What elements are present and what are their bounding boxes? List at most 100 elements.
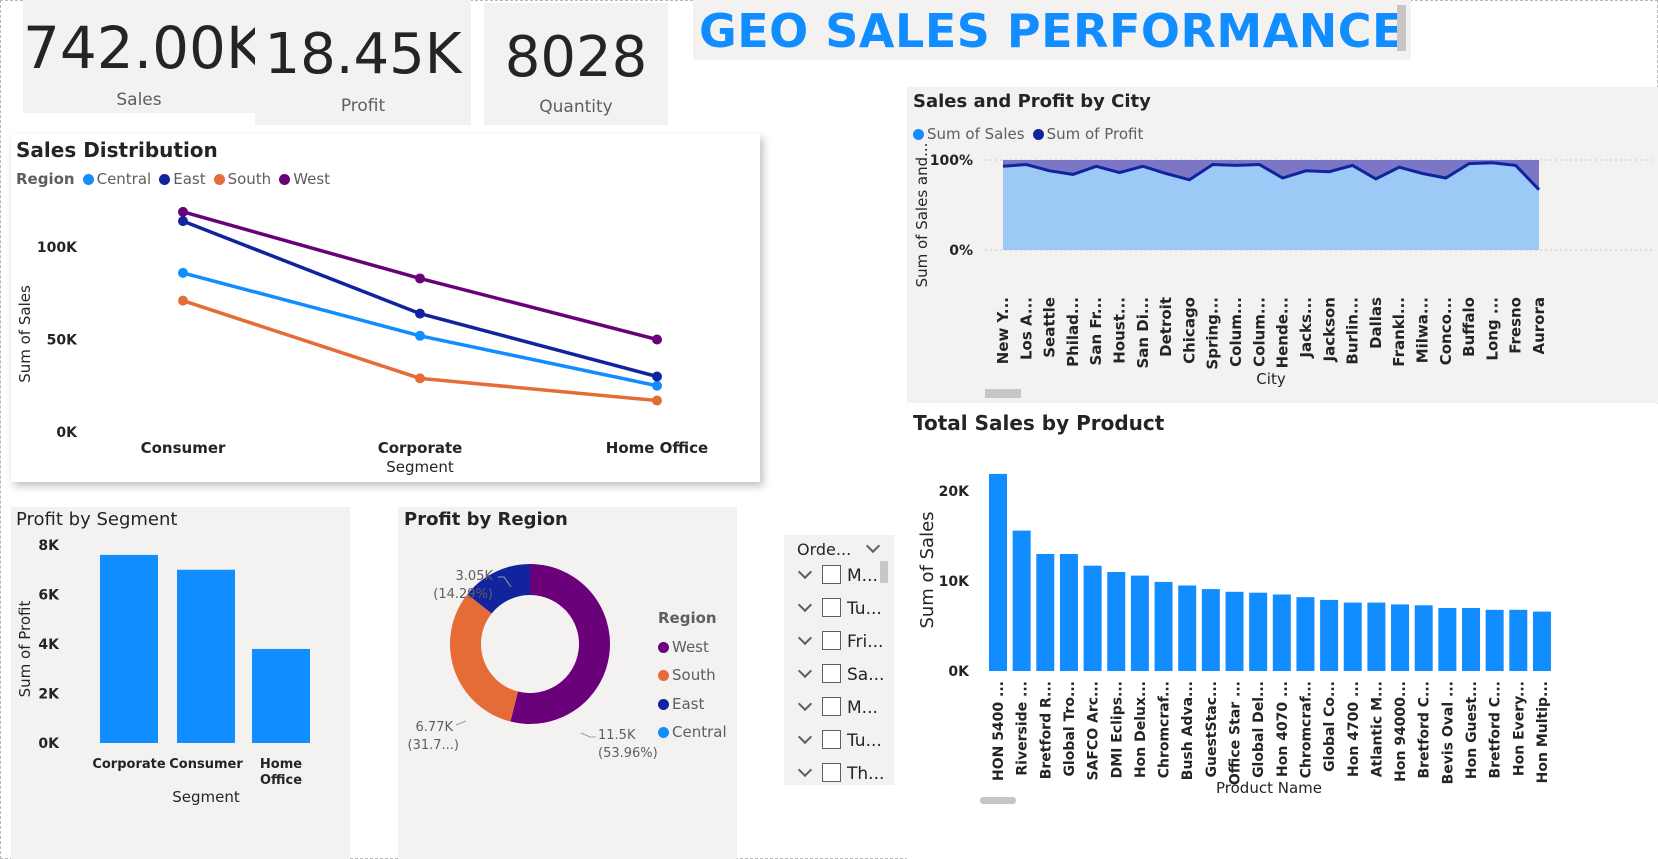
x-tick-label: Bretford R... [1038,681,1054,779]
legend-marker [658,641,669,653]
slicer-item[interactable]: Sa... [796,663,884,692]
slicer-scrollbar[interactable] [880,561,888,583]
legend-marker [658,698,669,710]
total-sales-by-product-visual[interactable]: Total Sales by Product 0K 10K 20K Sum of Sa… [907,405,1658,859]
x-tick-label: San Di... [1134,297,1152,369]
chevron-down-icon[interactable] [797,564,813,580]
bar [1343,602,1362,671]
x-tick-label: Office [260,773,302,788]
checkbox[interactable] [822,631,841,650]
data-point [415,373,425,384]
x-tick-label: Colum... [1250,297,1268,367]
x-axis-title: City [1256,370,1286,388]
chevron-down-icon[interactable] [797,729,813,745]
bar [1320,599,1339,671]
checkbox[interactable] [822,763,841,782]
slicer-item-label: Tu... [847,731,882,751]
y-tick-label: 6K [38,588,60,604]
checkbox[interactable] [822,697,841,716]
profit-by-region-visual[interactable]: Profit by Region 11.5K (53.96%) 6.77K (31.7… [398,507,737,859]
kpi-card-profit[interactable]: 18.45K Profit [255,0,471,125]
kpi-card-quantity[interactable]: 8028 Quantity [484,3,668,125]
x-tick-label: HON 5400 ... [991,681,1007,781]
city-plot: 100% 0% Sum of Sales and... New Y... Los A..… [913,143,1652,388]
x-tick-label: Global Co... [1322,681,1338,772]
x-tick-label: Houst... [1111,297,1129,364]
x-tick-label: Atlantic M... [1369,681,1385,777]
chevron-down-icon[interactable] [866,538,881,554]
slicer-item[interactable]: M... [796,696,878,725]
chevron-down-icon[interactable] [797,696,813,712]
bar [1532,611,1551,671]
chevron-down-icon[interactable] [797,663,813,679]
checkbox[interactable] [822,598,841,617]
x-tick-label: Conco... [1437,297,1455,365]
sales-distribution-visual[interactable]: Sales Distribution Region Central East Sout… [11,134,760,482]
data-label: 11.5K [598,728,636,743]
data-point [178,295,188,306]
leader-line [580,732,596,738]
x-tick-label: Burlin... [1344,297,1362,365]
x-tick-label: Chromcraf... [1298,681,1314,778]
slicer-item[interactable]: Fri... [796,630,883,659]
x-tick-label: Aurora [1530,297,1548,355]
product-plot: 0K 10K 20KSum of Sales HON 5400 ... Riversid… [917,473,1551,797]
x-tick-label: Frankl... [1390,297,1408,367]
x-tick-label: Detroit [1157,297,1175,357]
bar [1130,575,1149,671]
slicer-item[interactable]: Tu... [796,597,882,626]
data-point [652,334,662,345]
chevron-down-icon[interactable] [797,763,813,778]
checkbox[interactable] [822,565,841,584]
sales-distribution-plot: 0K 50K 100K Sum of Sales Consumer Corporate Ho… [16,206,708,476]
data-label: (14.29%) [433,587,493,602]
kpi-card-sales[interactable]: 742.00K Sales [23,0,264,113]
x-tick-label: Home Office [606,439,708,457]
x-tick-label: DMI Eclips... [1109,681,1125,778]
x-tick-label: Global Del... [1251,681,1267,778]
x-tick-label: Hon 4070 ... [1275,681,1291,777]
x-tick-label: Global Tro... [1062,681,1078,777]
legend-item-west: West [658,633,727,662]
bar [177,569,235,743]
checkbox[interactable] [822,664,841,683]
bar [252,648,310,743]
bar [1036,554,1055,671]
chevron-down-icon[interactable] [797,597,813,613]
kpi-label: Profit [340,96,386,116]
slicer-item[interactable]: Tu... [796,729,882,758]
x-tick-label: Seattle [1041,297,1059,358]
profit-by-segment-visual[interactable]: Profit by Segment 0K 2K 4K 6K 8K Sum of Profi… [11,507,350,859]
x-tick-label: Home [260,757,302,772]
legend-marker [658,727,669,738]
bar [1012,530,1031,671]
horizontal-scrollbar[interactable] [980,797,1016,804]
sales-profit-by-city-visual[interactable]: Sales and Profit by City Sum of Sales Sum… [907,87,1658,403]
checkbox[interactable] [822,730,841,749]
bar [1201,589,1220,671]
y-axis-title: Sum of Profit [16,601,34,698]
bar [1154,581,1173,671]
x-tick-label: Hon Guest... [1464,681,1480,779]
x-axis-title: Segment [172,788,240,806]
slicer-item[interactable]: M... [796,564,878,593]
bar [1059,554,1078,671]
data-point [178,206,188,217]
x-tick-label: San Fr... [1087,297,1105,365]
legend-marker [658,670,669,681]
bar [1438,608,1457,671]
x-tick-label: Jackson [1320,297,1338,362]
x-tick-label: GuestStac... [1204,681,1220,777]
order-day-slicer[interactable]: Orde... M... Tu... Fri... Sa... M... Tu.… [784,535,894,785]
x-tick-label: Fresno [1507,297,1525,354]
slicer-header[interactable]: Orde... [797,538,882,559]
x-tick-label: Dallas [1367,297,1385,349]
slicer-item[interactable]: Th... [796,763,884,783]
x-tick-label: Spring... [1204,297,1222,370]
chevron-down-icon[interactable] [797,630,813,646]
scrollbar[interactable] [1397,5,1406,51]
x-tick-label: Office Star ... [1228,681,1244,785]
bar [1485,609,1504,671]
horizontal-scrollbar[interactable] [985,389,1021,398]
legend-title: Region [658,609,717,627]
